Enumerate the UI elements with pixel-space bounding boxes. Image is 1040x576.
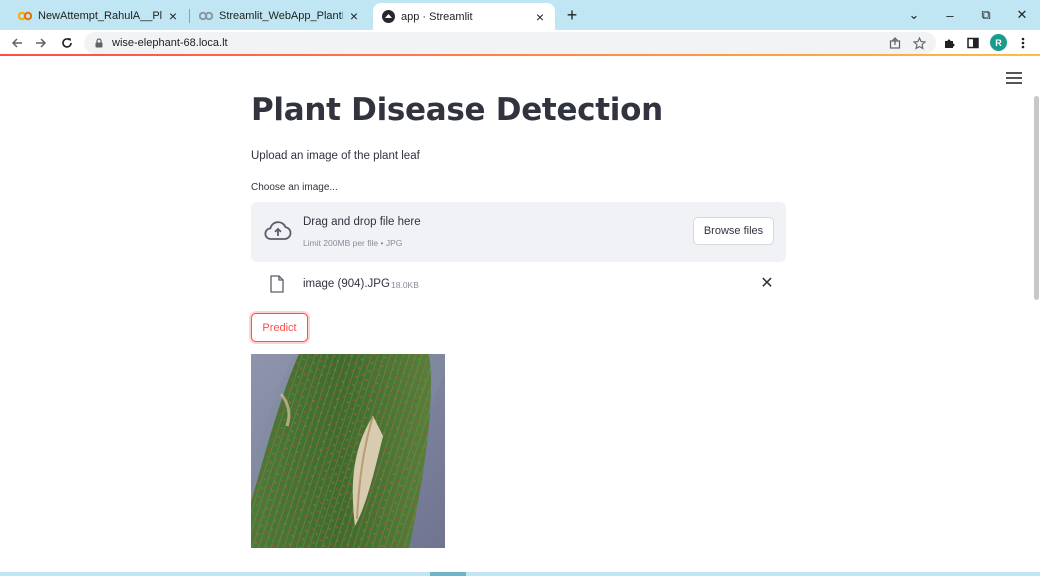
bookmark-star-icon[interactable] — [910, 34, 928, 52]
new-tab-button[interactable]: + — [562, 5, 582, 25]
file-uploader-label: Choose an image... — [251, 182, 338, 193]
uploaded-leaf-image — [251, 354, 445, 548]
tab-title: NewAttempt_RahulA__PlantDise — [38, 10, 162, 22]
lock-icon — [95, 38, 103, 48]
colab-icon — [18, 9, 32, 23]
browser-tab-colab-1[interactable]: NewAttempt_RahulA__PlantDise × — [10, 4, 188, 28]
browse-files-button[interactable]: Browse files — [693, 217, 774, 245]
dropzone-limit-text: Limit 200MB per file • JPG — [303, 238, 403, 248]
browser-toolbar: wise-elephant-68.loca.lt R — [0, 30, 1040, 56]
streamlit-top-decoration — [0, 54, 1040, 56]
back-arrow-icon[interactable] — [8, 34, 26, 52]
forward-arrow-icon[interactable] — [32, 34, 50, 52]
profile-avatar[interactable]: R — [990, 34, 1007, 51]
file-icon — [270, 275, 284, 293]
close-window-icon[interactable]: ✕ — [1004, 0, 1040, 30]
browser-tab-bar: NewAttempt_RahulA__PlantDise × Streamlit… — [0, 0, 1040, 30]
file-dropzone[interactable]: Drag and drop file here Limit 200MB per … — [251, 202, 786, 262]
predict-button[interactable]: Predict — [251, 313, 308, 342]
uploaded-file-size: 18.0KB — [391, 280, 419, 290]
tab-search-chevron-icon[interactable]: ⌄ — [896, 0, 932, 30]
side-panel-icon[interactable] — [964, 34, 982, 52]
tab-title: app · Streamlit — [401, 10, 473, 23]
uploaded-file-row: image (904).JPG 18.0KB ✕ — [251, 270, 786, 300]
page-subtitle: Upload an image of the plant leaf — [251, 150, 420, 162]
restore-icon[interactable]: ⧉ — [968, 0, 1004, 30]
close-tab-icon[interactable]: × — [533, 9, 547, 25]
browser-menu-kebab-icon[interactable] — [1014, 34, 1032, 52]
tab-title: Streamlit_WebApp_PlantDisease — [219, 10, 343, 22]
address-bar[interactable]: wise-elephant-68.loca.lt — [84, 32, 936, 54]
cloud-upload-icon — [264, 221, 292, 240]
uploaded-file-name: image (904).JPG — [303, 278, 390, 290]
share-icon[interactable] — [886, 34, 904, 52]
window-controls: ⌄ – ⧉ ✕ — [896, 0, 1040, 30]
remove-file-icon[interactable]: ✕ — [759, 274, 775, 294]
reload-icon[interactable] — [58, 34, 76, 52]
url-text: wise-elephant-68.loca.lt — [112, 37, 228, 49]
dropzone-instructions: Drag and drop file here — [303, 216, 421, 228]
page-scrollbar[interactable] — [1034, 96, 1039, 300]
browser-tab-colab-2[interactable]: Streamlit_WebApp_PlantDisease × — [191, 4, 369, 28]
app-menu-hamburger-icon[interactable] — [1006, 72, 1022, 86]
extensions-puzzle-icon[interactable] — [940, 34, 958, 52]
close-tab-icon[interactable]: × — [347, 8, 361, 24]
page-title: Plant Disease Detection — [251, 92, 663, 128]
minimize-icon[interactable]: – — [932, 0, 968, 30]
colab-icon — [199, 9, 213, 23]
browser-tab-streamlit[interactable]: app · Streamlit × — [373, 3, 555, 30]
streamlit-icon — [381, 10, 395, 24]
close-tab-icon[interactable]: × — [166, 8, 180, 24]
taskbar-strip — [0, 572, 1040, 576]
